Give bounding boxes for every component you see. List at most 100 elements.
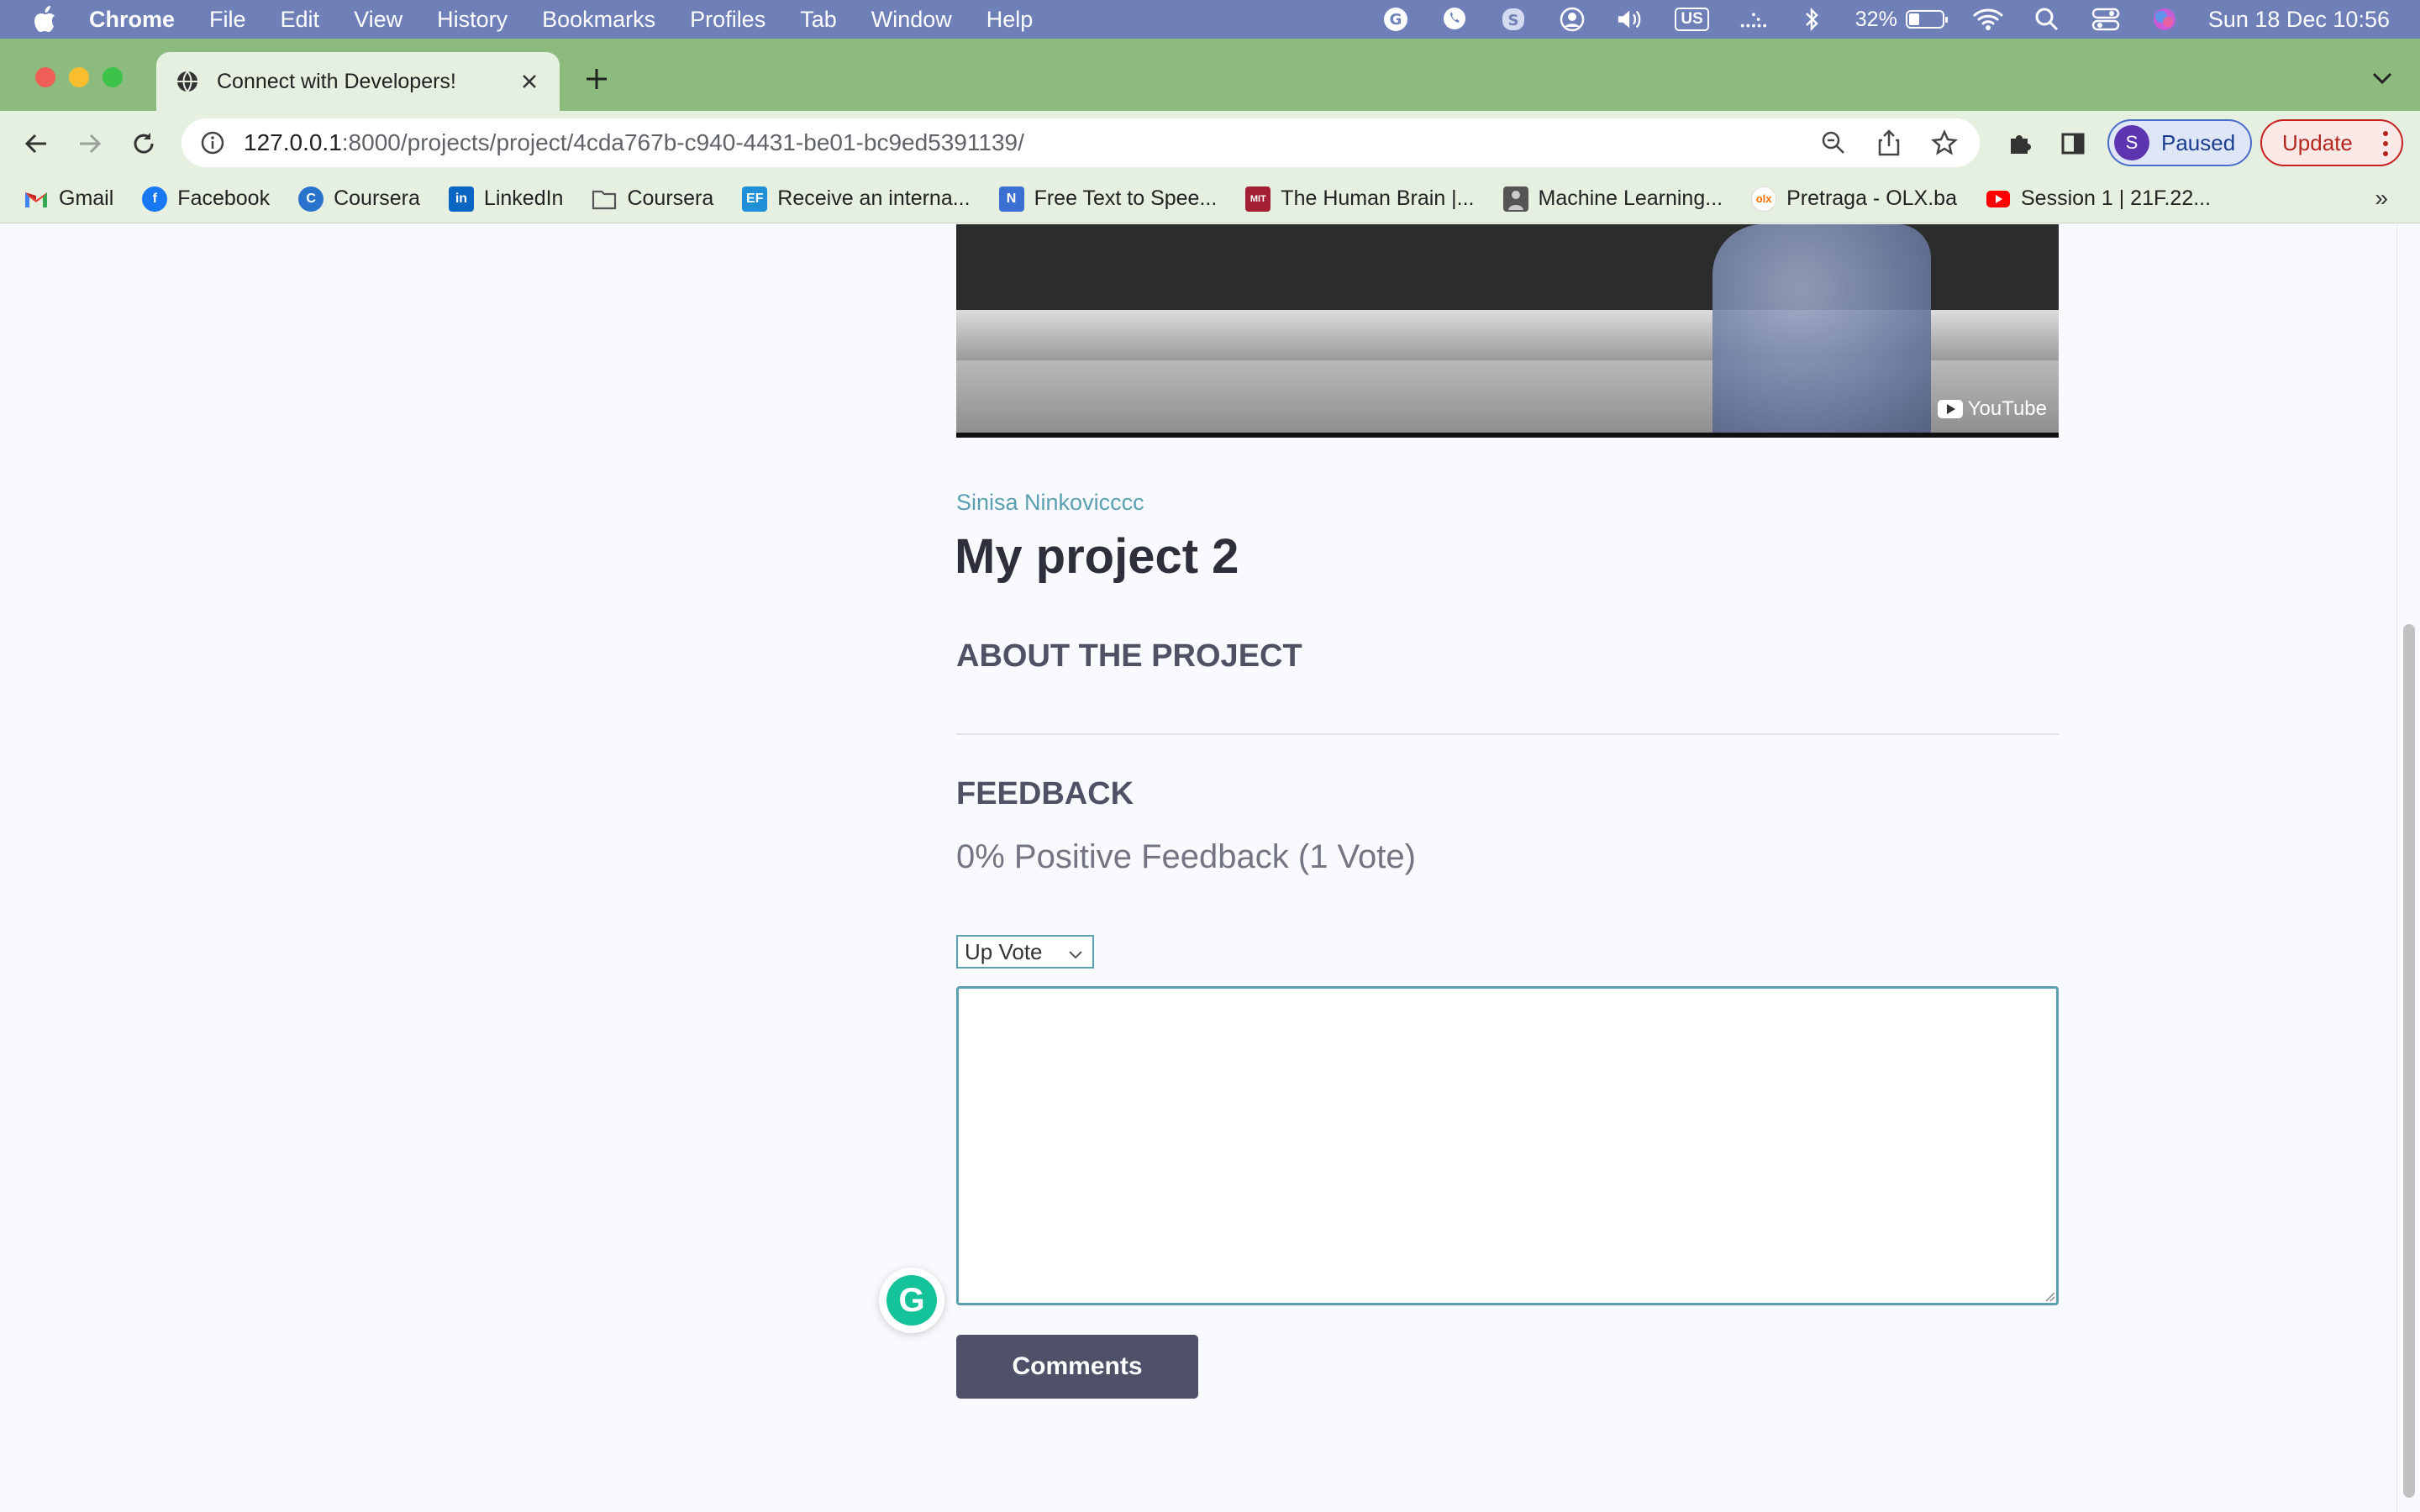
menu-window[interactable]: Window [871, 7, 952, 33]
zoom-icon[interactable] [1818, 128, 1849, 158]
profile-button[interactable]: S Paused [2107, 119, 2252, 166]
address-bar[interactable]: 127.0.0.1:8000/projects/project/4cda767b… [182, 118, 1980, 167]
project-video-embed[interactable]: YouTube [956, 224, 2059, 438]
bookmark-coursera[interactable]: C Coursera [298, 186, 420, 212]
siri-icon[interactable] [2149, 4, 2180, 34]
address-bar-actions [1818, 118, 1960, 167]
tab-close-icon[interactable] [518, 70, 541, 93]
bookmarks-bar: Gmail f Facebook C Coursera in LinkedIn … [0, 175, 2420, 223]
scrollbar-thumb[interactable] [2403, 624, 2415, 1498]
youtube-watermark[interactable]: YouTube [1937, 397, 2047, 421]
bookmark-label: Gmail [59, 186, 114, 210]
menu-tab[interactable]: Tab [800, 7, 837, 33]
mit-ocw-icon: MIT [1245, 186, 1271, 212]
address-url[interactable]: 127.0.0.1:8000/projects/project/4cda767b… [244, 129, 1024, 156]
gmail-icon [24, 186, 49, 212]
battery-percent: 32% [1854, 7, 1897, 31]
site-info-icon[interactable] [200, 130, 225, 155]
menu-bookmarks[interactable]: Bookmarks [542, 7, 655, 33]
menu-history[interactable]: History [437, 7, 508, 33]
url-host: 127.0.0.1 [244, 129, 342, 155]
folder-icon [592, 186, 617, 212]
page-viewport: YouTube Sinisa Ninkovicccc My project 2 … [0, 224, 2420, 1512]
bookmark-machine-learning[interactable]: Machine Learning... [1502, 186, 1723, 212]
grammarly-widget[interactable]: G [879, 1268, 944, 1333]
submit-comment-button[interactable]: Comments [956, 1335, 1198, 1399]
update-chrome-button[interactable]: Update [2260, 119, 2403, 166]
user-account-icon[interactable] [1557, 4, 1587, 34]
menu-view[interactable]: View [354, 7, 402, 33]
menu-bar-clock[interactable]: Sun 18 Dec 10:56 [2208, 7, 2390, 33]
forward-arrow-icon[interactable] [74, 128, 106, 160]
youtube-icon [1986, 186, 2011, 212]
update-label: Update [2282, 129, 2353, 155]
spotlight-search-icon[interactable] [2032, 4, 2062, 34]
side-panel-icon[interactable] [2057, 128, 2089, 160]
extensions-puzzle-icon[interactable] [2003, 128, 2035, 160]
display-dots-icon[interactable] [1738, 4, 1768, 34]
bookmark-linkedin[interactable]: in LinkedIn [448, 186, 564, 212]
kebab-menu-icon[interactable] [2381, 131, 2390, 156]
menu-app-chrome[interactable]: Chrome [89, 7, 175, 33]
bookmark-olx[interactable]: olx Pretraga - OLX.ba [1751, 186, 1957, 212]
facebook-icon: f [142, 186, 168, 212]
menu-help[interactable]: Help [986, 7, 1034, 33]
share-icon[interactable] [1874, 128, 1904, 158]
back-arrow-icon[interactable] [20, 128, 52, 160]
chevron-down-icon [1067, 943, 1084, 960]
bookmark-human-brain[interactable]: MIT The Human Brain |... [1245, 186, 1475, 212]
ef-icon: EF [742, 186, 768, 212]
bluetooth-icon[interactable] [1797, 4, 1827, 34]
avatar: S [2114, 125, 2149, 160]
control-center-icon[interactable] [2091, 4, 2121, 34]
bookmark-ef[interactable]: EF Receive an interna... [742, 186, 971, 212]
olx-icon: olx [1751, 186, 1777, 212]
svg-text:G: G [1390, 11, 1402, 29]
about-heading: ABOUT THE PROJECT [956, 638, 1302, 674]
bookmark-facebook[interactable]: f Facebook [142, 186, 270, 212]
tab-search-chevron-icon[interactable] [2370, 66, 2395, 91]
bookmark-label: Free Text to Spee... [1034, 186, 1218, 210]
menu-edit[interactable]: Edit [281, 7, 320, 33]
linkedin-icon: in [448, 186, 474, 212]
grammarly-icon: G [886, 1275, 937, 1326]
bookmark-label: Facebook [177, 186, 271, 210]
vote-type-select[interactable]: Up Vote [956, 935, 1094, 969]
browser-tab-active[interactable]: Connect with Developers! [156, 52, 560, 111]
url-path: :8000/projects/project/4cda767b-c940-443… [341, 129, 1024, 155]
comment-textarea[interactable] [956, 986, 2059, 1305]
coursera-icon: C [298, 186, 324, 212]
reload-icon[interactable] [128, 128, 160, 160]
bookmark-gmail[interactable]: Gmail [24, 186, 113, 212]
menu-profiles[interactable]: Profiles [690, 7, 765, 33]
menu-file[interactable]: File [209, 7, 246, 33]
new-tab-icon[interactable] [580, 62, 613, 96]
browser-tab-strip: Connect with Developers! [0, 39, 2420, 111]
window-minimize-button[interactable] [69, 67, 89, 87]
grammarly-status-icon[interactable]: G [1381, 4, 1411, 34]
viber-icon[interactable] [1439, 4, 1470, 34]
window-close-button[interactable] [35, 67, 55, 87]
page-scrollbar[interactable] [2396, 224, 2420, 1512]
vote-summary: 0% Positive Feedback (1 Vote) [956, 838, 1416, 875]
bookmark-star-icon[interactable] [1929, 128, 1960, 158]
profile-status-label: Paused [2161, 129, 2236, 155]
battery-status[interactable]: 32% [1854, 7, 1948, 32]
volume-icon[interactable] [1616, 4, 1646, 34]
window-zoom-button[interactable] [103, 67, 123, 87]
tab-title: Connect with Developers! [217, 69, 456, 93]
battery-icon [1905, 10, 1948, 29]
resize-grip-icon[interactable] [2042, 1289, 2055, 1302]
bookmark-text-to-speech[interactable]: N Free Text to Spee... [998, 186, 1218, 212]
bookmarks-overflow-icon[interactable]: » [2375, 185, 2388, 212]
apple-menu-icon[interactable] [30, 5, 59, 34]
wifi-icon[interactable] [1973, 4, 2003, 34]
project-owner-link[interactable]: Sinisa Ninkovicccc [956, 490, 1144, 516]
input-source-indicator[interactable]: US [1675, 8, 1709, 31]
bookmark-label: LinkedIn [483, 186, 564, 210]
section-divider [956, 733, 2059, 735]
youtube-watermark-label: YouTube [1967, 397, 2047, 420]
bookmark-folder-coursera[interactable]: Coursera [592, 186, 713, 212]
skype-icon[interactable]: S [1498, 4, 1528, 34]
bookmark-youtube-session[interactable]: Session 1 | 21F.22... [1986, 186, 2211, 212]
